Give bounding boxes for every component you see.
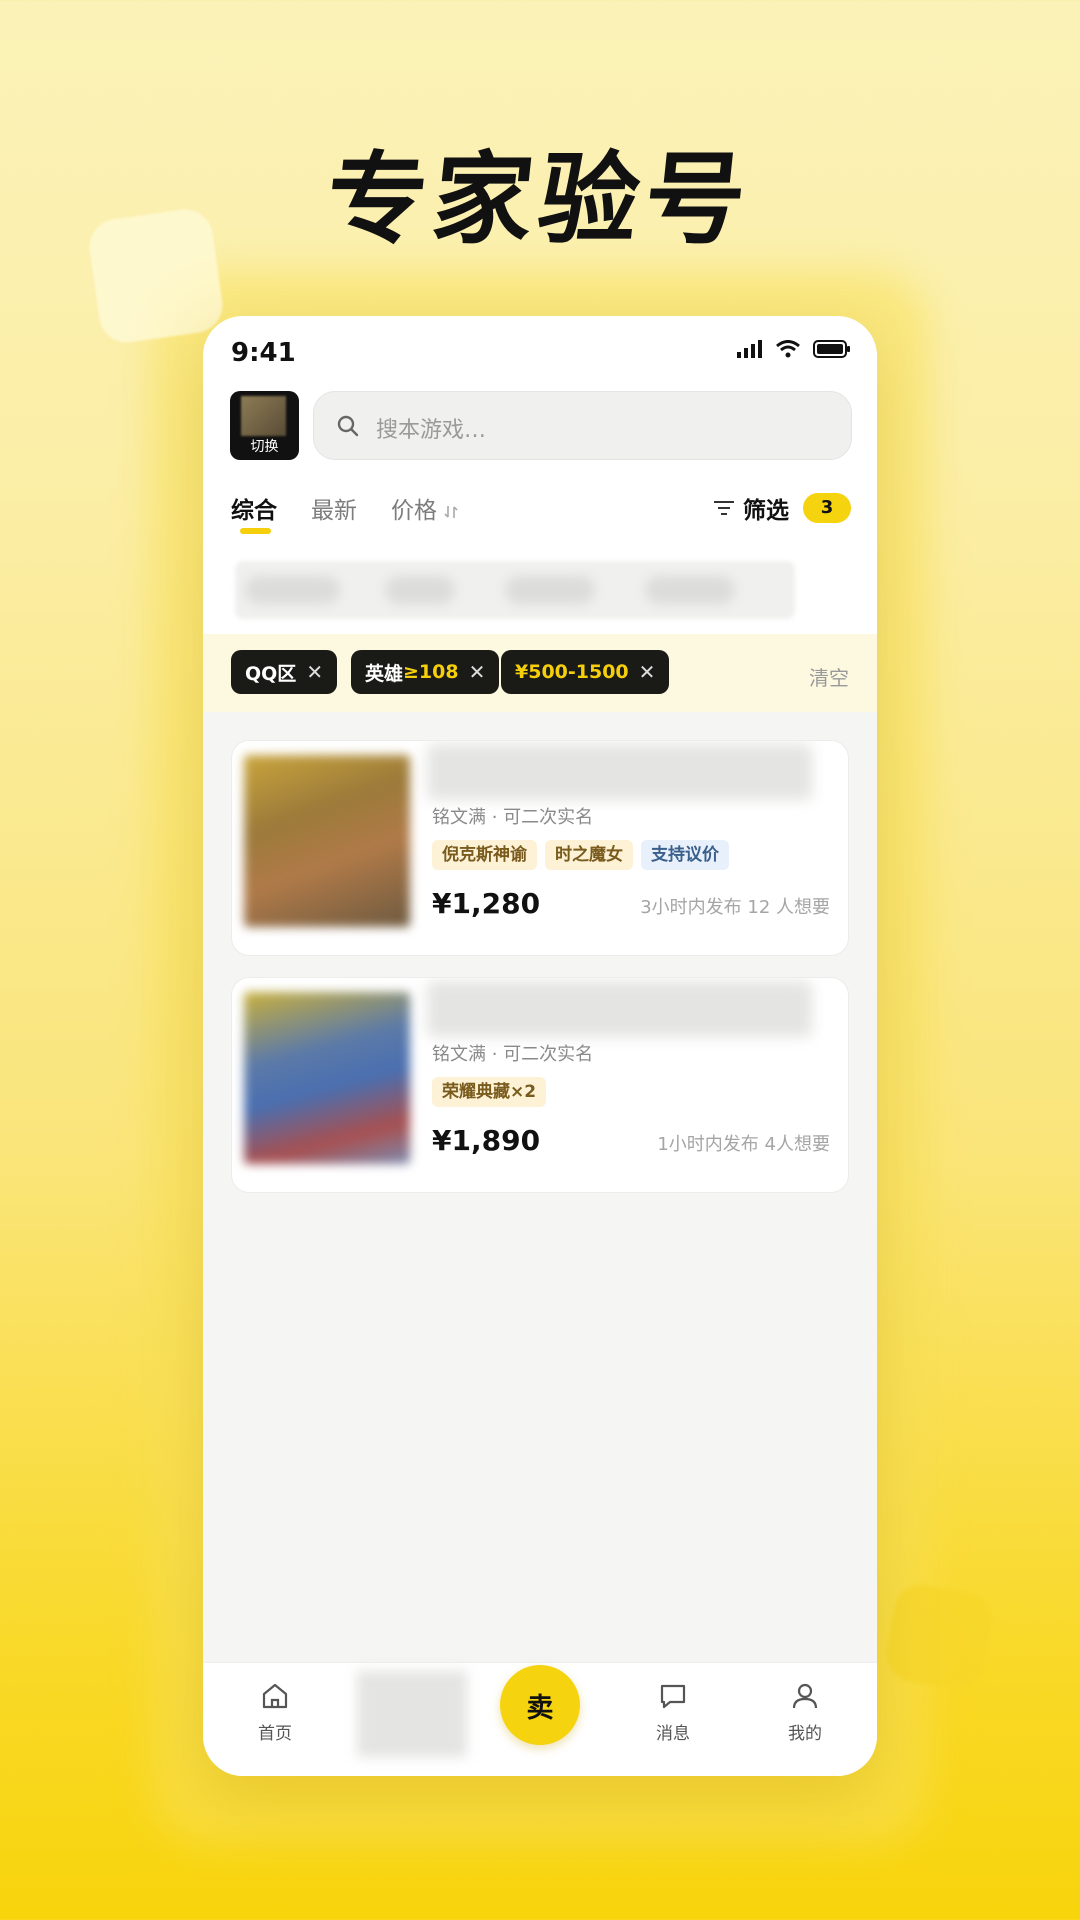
decor-square [882, 1580, 996, 1694]
listing-tag: 时之魔女 [545, 840, 633, 870]
listing-tags: 倪克斯神谕 时之魔女 支持议价 [432, 840, 729, 870]
status-time: 9:41 [231, 338, 296, 368]
tab-comprehensive[interactable]: 综合 [231, 491, 277, 525]
remove-chip-icon[interactable]: ✕ [639, 660, 656, 684]
filter-chip-heroes[interactable]: 英雄 ≥108 ✕ [351, 650, 500, 694]
listing-price: ¥1,280 [432, 887, 541, 920]
filter-icon [714, 501, 734, 515]
listing-tag: 支持议价 [641, 840, 729, 870]
clear-filters-button[interactable]: 清空 [809, 662, 849, 691]
tab-mine[interactable]: 我的 [765, 1681, 845, 1744]
home-icon [262, 1683, 288, 1709]
tab-messages-label: 消息 [656, 1724, 690, 1744]
listing-tags: 荣耀典藏×2 [432, 1077, 547, 1107]
listing-price: ¥1,890 [432, 1124, 541, 1157]
tab-blurred [357, 1671, 467, 1757]
listing-image [244, 755, 410, 927]
active-filter-bar: QQ区 ✕ 英雄 ≥108 ✕ ¥500-1500 ✕ 清空 [203, 634, 877, 712]
bottom-tab-bar: 首页 卖 消息 我的 [203, 1662, 877, 1776]
filter-chip-value: ¥500-1500 [515, 661, 629, 683]
message-icon [660, 1684, 686, 1709]
listing-card[interactable]: 铭文满 · 可二次实名 倪克斯神谕 时之魔女 支持议价 ¥1,280 3小时内发… [231, 740, 849, 956]
filter-chip-label: 英雄 [365, 662, 404, 685]
tab-price-label: 价格 [391, 498, 437, 524]
search-icon [337, 415, 359, 437]
game-switch-button[interactable]: 切换 [230, 391, 299, 460]
search-input[interactable]: 搜本游戏… [313, 391, 852, 460]
tab-price[interactable]: 价格 [391, 491, 458, 525]
listing-subtitle: 铭文满 · 可二次实名 [432, 807, 594, 828]
user-icon [792, 1683, 818, 1709]
status-bar: 9:41 [231, 338, 851, 368]
remove-chip-icon[interactable]: ✕ [306, 660, 323, 684]
tab-latest[interactable]: 最新 [311, 491, 357, 525]
wifi-icon [776, 340, 800, 358]
signal-icon [737, 340, 762, 358]
page-headline: 专家验号 [320, 141, 758, 258]
listing-tag: 荣耀典藏×2 [432, 1077, 547, 1107]
active-tab-indicator [240, 528, 271, 534]
tab-home[interactable]: 首页 [235, 1681, 315, 1744]
blurred-category-row [235, 561, 795, 619]
filter-chip-label: QQ区 [245, 662, 297, 685]
listing-title-blurred [427, 981, 812, 1037]
top-panel: 9:41 切换 搜本游戏… 综合 最新 价格 筛选 3 [203, 316, 877, 634]
sort-arrows-icon [444, 505, 458, 518]
listing-meta: 3小时内发布 12 人想要 [640, 897, 830, 918]
filter-chip-price[interactable]: ¥500-1500 ✕ [501, 650, 670, 694]
tab-messages[interactable]: 消息 [633, 1681, 713, 1744]
remove-chip-icon[interactable]: ✕ [469, 660, 486, 684]
filter-count-badge: 3 [803, 493, 851, 523]
listing-image [244, 992, 410, 1164]
filter-button[interactable]: 筛选 3 [713, 491, 851, 525]
phone-screen: 9:41 切换 搜本游戏… 综合 最新 价格 筛选 3 QQ区 ✕ 英雄 ≥10… [203, 316, 877, 1776]
switch-label: 切换 [250, 439, 279, 455]
search-placeholder: 搜本游戏… [376, 418, 487, 443]
sort-tabs: 综合 最新 价格 筛选 3 [231, 491, 851, 541]
game-thumbnail [241, 396, 286, 436]
listing-card[interactable]: 铭文满 · 可二次实名 荣耀典藏×2 ¥1,890 1小时内发布 4人想要 [231, 977, 849, 1193]
filter-chip-value: ≥108 [403, 661, 459, 683]
filter-label: 筛选 [743, 498, 789, 524]
listing-subtitle: 铭文满 · 可二次实名 [432, 1044, 594, 1065]
listing-tag: 倪克斯神谕 [432, 840, 537, 870]
status-icons [737, 340, 851, 358]
tab-mine-label: 我的 [788, 1724, 822, 1744]
listing-meta: 1小时内发布 4人想要 [657, 1134, 830, 1155]
filter-chip-qq[interactable]: QQ区 ✕ [231, 650, 338, 694]
listing-title-blurred [427, 744, 812, 800]
tab-home-label: 首页 [258, 1724, 292, 1744]
sell-button[interactable]: 卖 [500, 1665, 580, 1745]
battery-icon [813, 340, 850, 358]
